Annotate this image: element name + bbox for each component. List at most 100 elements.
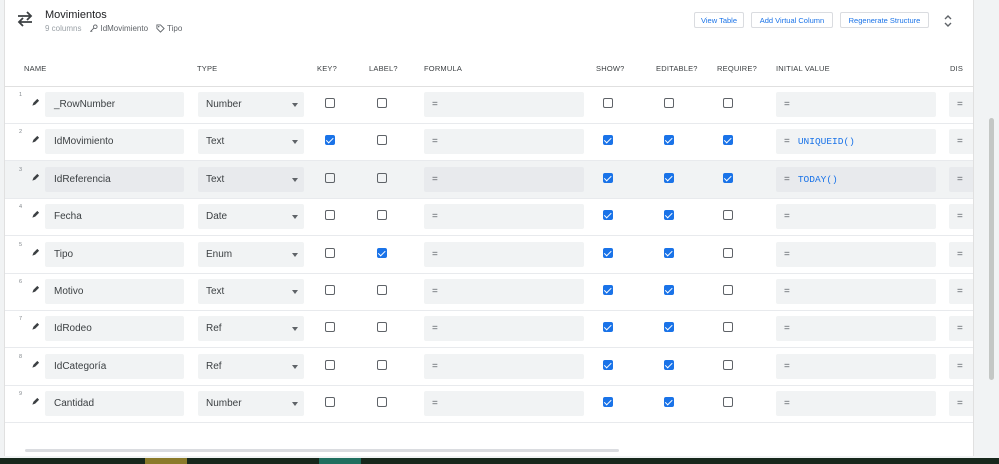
view-table-button[interactable]: View Table [694,12,744,28]
show-checkbox[interactable] [603,359,613,370]
label-checkbox[interactable] [377,135,387,146]
display-name-input[interactable]: = [949,316,973,342]
display-name-input[interactable]: = [949,204,973,230]
editable-checkbox[interactable] [664,210,674,221]
initial-value-input[interactable]: = [776,204,936,230]
show-checkbox[interactable] [603,397,613,408]
initial-value-input[interactable]: = [776,353,936,379]
pencil-icon[interactable] [31,210,40,219]
require-checkbox[interactable] [723,397,733,408]
regenerate-structure-button[interactable]: Regenerate Structure [840,12,929,28]
column-name-input[interactable]: _RowNumber [45,92,184,117]
display-name-input[interactable]: = [949,129,973,155]
column-name-input[interactable]: Cantidad [45,391,184,417]
pencil-icon[interactable] [31,285,40,294]
column-name-input[interactable]: Fecha [45,204,184,230]
initial-value-input[interactable]: = [776,391,936,417]
unfold-icon[interactable] [943,14,953,28]
initial-value-input[interactable]: = [776,241,936,267]
editable-checkbox[interactable] [664,247,674,258]
pencil-icon[interactable] [31,98,40,107]
column-name-input[interactable]: Tipo [45,241,184,267]
editable-checkbox[interactable] [664,359,674,370]
display-name-input[interactable]: = [949,92,973,117]
editable-checkbox[interactable] [664,285,674,295]
label-checkbox[interactable] [377,247,387,258]
key-checkbox[interactable] [325,210,335,221]
pencil-icon[interactable] [31,248,40,257]
taskbar-app-2[interactable] [319,458,361,464]
pencil-icon[interactable] [31,360,40,369]
formula-input[interactable]: = [424,353,584,379]
formula-input[interactable]: = [424,279,584,304]
show-checkbox[interactable] [603,285,613,295]
column-name-input[interactable]: Motivo [45,279,184,304]
label-checkbox[interactable] [377,172,387,183]
display-name-input[interactable]: = [949,241,973,267]
label-checkbox[interactable] [377,397,387,408]
column-type-select[interactable]: Text [198,166,304,192]
label-checkbox[interactable] [377,285,387,295]
column-name-input[interactable]: IdReferencia [45,166,184,192]
column-type-select[interactable]: Text [198,279,304,304]
show-checkbox[interactable] [603,247,613,258]
swap-horizontal-icon[interactable] [15,9,35,29]
display-name-input[interactable]: = [949,353,973,379]
key-checkbox[interactable] [325,172,335,183]
label-checkbox[interactable] [377,210,387,221]
initial-value-input[interactable]: = [776,316,936,342]
require-checkbox[interactable] [723,285,733,295]
label-checkbox[interactable] [377,322,387,333]
taskbar-app-1[interactable] [145,458,187,464]
column-type-select[interactable]: Ref [198,353,304,379]
column-type-select[interactable]: Date [198,204,304,230]
initial-value-input[interactable]: = [776,279,936,304]
key-checkbox[interactable] [325,135,335,146]
column-type-select[interactable]: Enum [198,241,304,267]
show-checkbox[interactable] [603,322,613,333]
key-checkbox[interactable] [325,397,335,408]
initial-value-input[interactable]: = TODAY() [776,166,936,192]
column-name-input[interactable]: IdRodeo [45,316,184,342]
show-checkbox[interactable] [603,172,613,183]
editable-checkbox[interactable] [664,135,674,146]
key-checkbox[interactable] [325,98,335,108]
editable-checkbox[interactable] [664,172,674,183]
key-checkbox[interactable] [325,247,335,258]
formula-input[interactable]: = [424,241,584,267]
column-name-input[interactable]: IdCategoría [45,353,184,379]
add-virtual-column-button[interactable]: Add Virtual Column [751,12,833,28]
key-checkbox[interactable] [325,285,335,295]
column-type-select[interactable]: Text [198,129,304,155]
key-checkbox[interactable] [325,322,335,333]
require-checkbox[interactable] [723,322,733,333]
initial-value-input[interactable]: = UNIQUEID() [776,129,936,155]
display-name-input[interactable]: = [949,391,973,417]
display-name-input[interactable]: = [949,279,973,304]
require-checkbox[interactable] [723,135,733,146]
label-checkbox[interactable] [377,359,387,370]
show-checkbox[interactable] [603,210,613,221]
formula-input[interactable]: = [424,204,584,230]
display-name-input[interactable]: = [949,166,973,192]
vertical-scrollbar[interactable] [989,118,994,380]
pencil-icon[interactable] [31,135,40,144]
column-name-input[interactable]: IdMovimiento [45,129,184,155]
require-checkbox[interactable] [723,98,733,108]
require-checkbox[interactable] [723,172,733,183]
initial-value-input[interactable]: = [776,92,936,117]
formula-input[interactable]: = [424,92,584,117]
column-type-select[interactable]: Number [198,391,304,417]
require-checkbox[interactable] [723,210,733,221]
column-type-select[interactable]: Ref [198,316,304,342]
show-checkbox[interactable] [603,135,613,146]
formula-input[interactable]: = [424,166,584,192]
pencil-icon[interactable] [31,322,40,331]
formula-input[interactable]: = [424,129,584,155]
formula-input[interactable]: = [424,391,584,417]
editable-checkbox[interactable] [664,322,674,333]
label-checkbox[interactable] [377,98,387,108]
formula-input[interactable]: = [424,316,584,342]
horizontal-scrollbar[interactable] [25,449,619,452]
pencil-icon[interactable] [31,397,40,406]
